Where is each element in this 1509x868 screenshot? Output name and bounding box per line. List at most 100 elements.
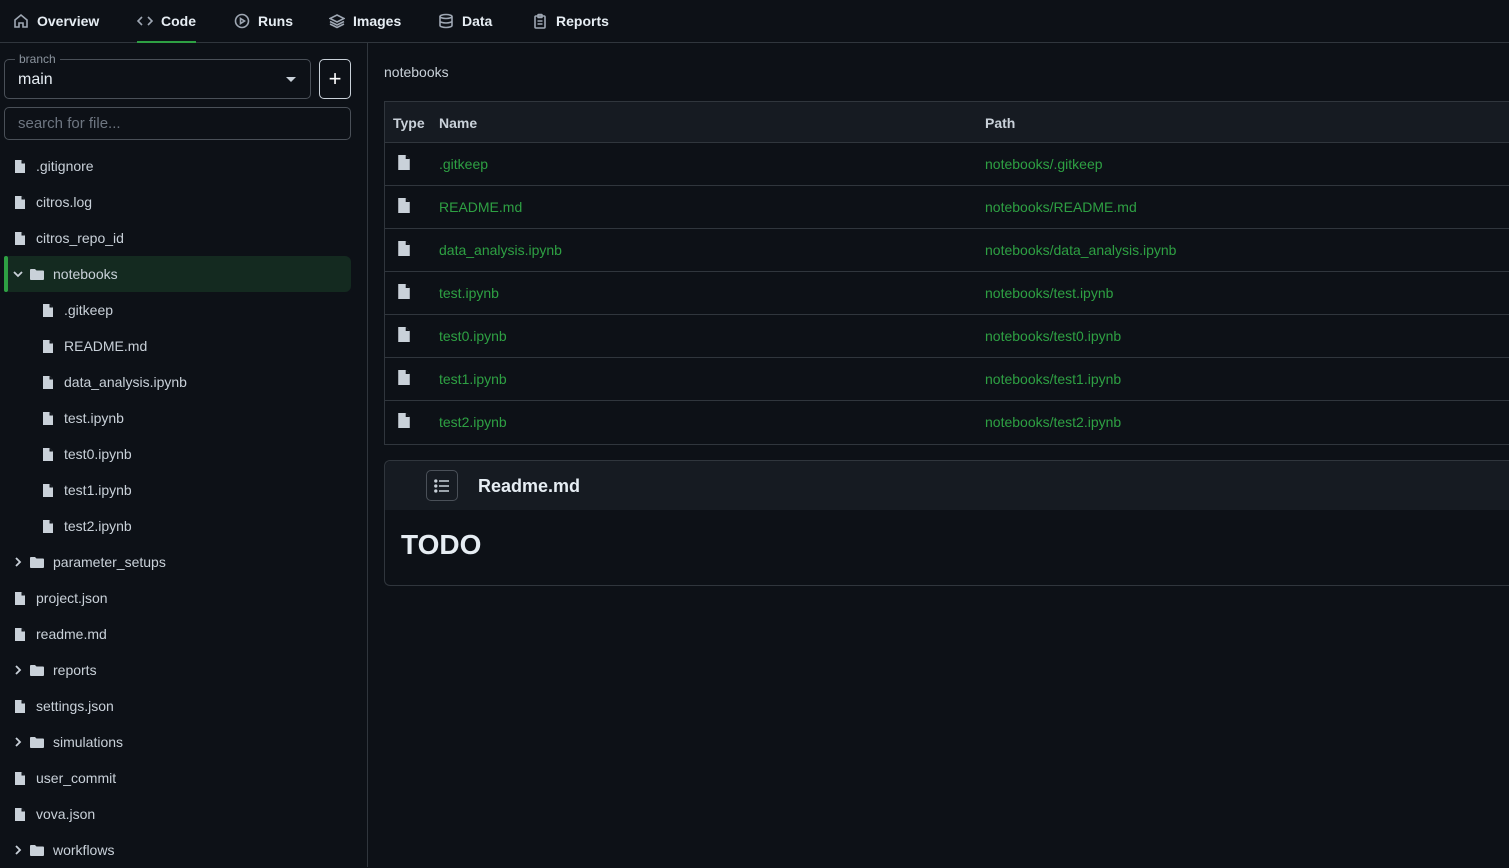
folder-icon (30, 268, 44, 280)
tree-item-label: reports (53, 662, 97, 678)
tree-folder[interactable]: workflows (4, 832, 351, 868)
database-icon (439, 13, 453, 29)
tab-runs-label: Runs (258, 13, 293, 29)
tree-file[interactable]: citros.log (4, 184, 351, 220)
tree-item-label: readme.md (36, 626, 107, 642)
folder-icon (30, 736, 44, 748)
file-name-link[interactable]: test.ipynb (439, 285, 499, 301)
folder-icon (30, 556, 44, 568)
tree-file[interactable]: test0.ipynb (4, 436, 351, 472)
tree-item-label: README.md (64, 338, 148, 354)
tree-folder[interactable]: notebooks (4, 256, 351, 292)
file-icon (398, 413, 410, 428)
tab-images-label: Images (353, 13, 402, 29)
tree-folder[interactable]: parameter_setups (4, 544, 351, 580)
file-icon (43, 447, 53, 461)
list-icon (434, 478, 449, 493)
column-header-name[interactable]: Name (439, 115, 477, 131)
table-row[interactable]: test0.ipynb notebooks/test0.ipynb (385, 315, 1509, 358)
caret-down-icon (286, 77, 296, 82)
tree-file[interactable]: .gitignore (4, 148, 351, 184)
file-name-link[interactable]: test1.ipynb (439, 371, 507, 387)
file-icon (43, 483, 53, 497)
folder-icon (30, 664, 44, 676)
tab-code[interactable]: Code (137, 0, 196, 43)
tree-item-label: notebooks (53, 266, 118, 282)
tree-item-label: .gitkeep (64, 302, 114, 318)
readme-heading: TODO (401, 529, 482, 560)
breadcrumb[interactable]: notebooks (384, 64, 449, 80)
tree-file[interactable]: settings.json (4, 688, 351, 724)
tree-file[interactable]: README.md (4, 328, 351, 364)
chevron-right-icon[interactable] (12, 556, 24, 568)
branch-label: branch (15, 52, 60, 66)
tree-item-label: test0.ipynb (64, 446, 132, 462)
file-icon (43, 411, 53, 425)
tree-file[interactable]: test.ipynb (4, 400, 351, 436)
file-name-link[interactable]: test0.ipynb (439, 328, 507, 344)
file-path-link[interactable]: notebooks/test2.ipynb (985, 414, 1121, 430)
file-search-input[interactable] (4, 107, 351, 140)
tree-file[interactable]: data_analysis.ipynb (4, 364, 351, 400)
tree-item-label: test.ipynb (64, 410, 124, 426)
tree-file[interactable]: .gitkeep (4, 292, 351, 328)
tree-folder[interactable]: reports (4, 652, 351, 688)
file-name-link[interactable]: test2.ipynb (439, 414, 507, 430)
home-icon (14, 13, 28, 28)
file-icon (15, 627, 25, 641)
tree-file[interactable]: citros_repo_id (4, 220, 351, 256)
chevron-right-icon[interactable] (12, 736, 24, 748)
table-row[interactable]: test.ipynb notebooks/test.ipynb (385, 272, 1509, 315)
file-icon (15, 807, 25, 821)
tree-file[interactable]: user_commit (4, 760, 351, 796)
file-path-link[interactable]: notebooks/test1.ipynb (985, 371, 1121, 387)
tree-item-label: citros_repo_id (36, 230, 124, 246)
tab-overview[interactable]: Overview (13, 0, 99, 42)
file-icon (43, 375, 53, 389)
file-path-link[interactable]: notebooks/data_analysis.ipynb (985, 242, 1176, 258)
table-of-contents-button[interactable] (426, 470, 458, 501)
file-icon (15, 591, 25, 605)
tree-item-label: project.json (36, 590, 108, 606)
branch-select[interactable]: branch main (4, 52, 311, 99)
play-icon (234, 13, 250, 29)
tree-item-label: test1.ipynb (64, 482, 132, 498)
tree-file[interactable]: readme.md (4, 616, 351, 652)
tree-item-label: .gitignore (36, 158, 94, 174)
column-header-path[interactable]: Path (985, 115, 1015, 131)
chevron-right-icon[interactable] (12, 844, 24, 856)
file-path-link[interactable]: notebooks/test0.ipynb (985, 328, 1121, 344)
file-path-link[interactable]: notebooks/.gitkeep (985, 156, 1103, 172)
file-table: Type Name Path .gitkeep notebooks/.gitkee… (384, 101, 1509, 445)
file-name-link[interactable]: README.md (439, 199, 522, 215)
table-row[interactable]: test2.ipynb notebooks/test2.ipynb (385, 401, 1509, 444)
table-row[interactable]: test1.ipynb notebooks/test1.ipynb (385, 358, 1509, 401)
file-path-link[interactable]: notebooks/README.md (985, 199, 1137, 215)
file-name-link[interactable]: .gitkeep (439, 156, 488, 172)
file-name-link[interactable]: data_analysis.ipynb (439, 242, 562, 258)
chevron-down-icon[interactable] (12, 268, 24, 280)
table-row[interactable]: README.md notebooks/README.md (385, 186, 1509, 229)
chevron-right-icon[interactable] (12, 664, 24, 676)
file-icon (15, 159, 25, 173)
tab-reports[interactable]: Reports (532, 0, 609, 42)
tab-runs[interactable]: Runs (234, 0, 293, 42)
file-tree-sidebar: branch main + .gitignore citros.log citros… (0, 43, 368, 867)
file-path-link[interactable]: notebooks/test.ipynb (985, 285, 1113, 301)
top-navigation: Overview Code Runs Images Data Reports (0, 0, 1509, 43)
file-icon (43, 519, 53, 533)
tab-data[interactable]: Data (438, 0, 492, 42)
column-header-type[interactable]: Type (393, 115, 425, 131)
tree-file[interactable]: test1.ipynb (4, 472, 351, 508)
tree-file[interactable]: test2.ipynb (4, 508, 351, 544)
tree-file[interactable]: project.json (4, 580, 351, 616)
tree-folder[interactable]: simulations (4, 724, 351, 760)
tab-images[interactable]: Images (329, 0, 401, 42)
table-row[interactable]: data_analysis.ipynb notebooks/data_analys… (385, 229, 1509, 272)
readme-header: Readme.md (385, 461, 1509, 510)
add-file-button[interactable]: + (319, 59, 351, 99)
tree-file[interactable]: vova.json (4, 796, 351, 832)
layers-icon (329, 14, 345, 29)
tab-data-label: Data (462, 13, 493, 29)
table-row[interactable]: .gitkeep notebooks/.gitkeep (385, 143, 1509, 186)
